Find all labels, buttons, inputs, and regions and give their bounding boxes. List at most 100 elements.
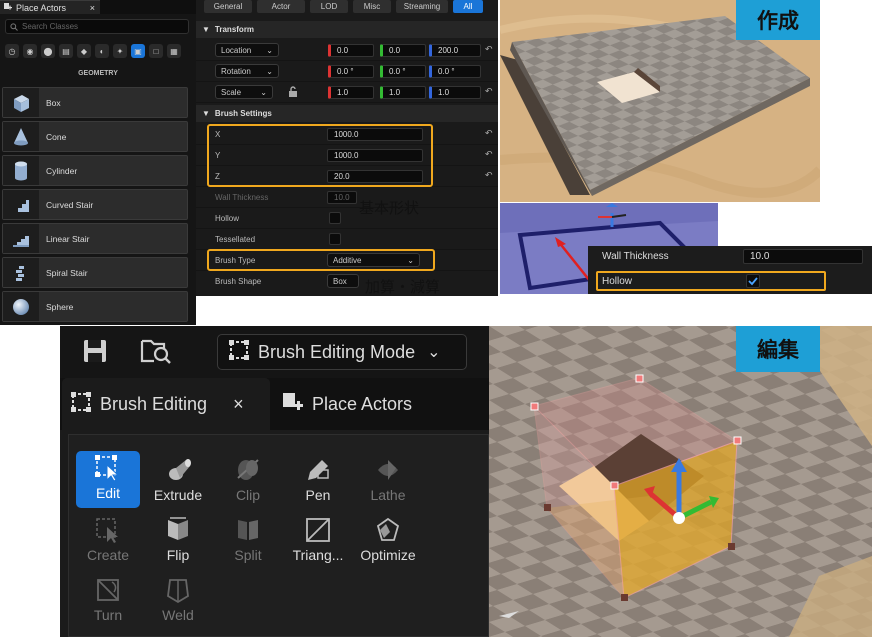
place-actors-tab[interactable]: Place Actors × bbox=[0, 0, 100, 14]
location-x-input[interactable]: 0.0 bbox=[328, 44, 374, 57]
location-y-input[interactable]: 0.0 bbox=[380, 44, 426, 57]
search-input[interactable]: Search Classes bbox=[5, 19, 189, 34]
sparkle-icon[interactable]: ✦ bbox=[113, 44, 127, 58]
filter-tab-all[interactable]: All bbox=[453, 0, 483, 13]
scale-z-input[interactable]: 1.0 bbox=[429, 86, 481, 99]
section-title: Brush Settings bbox=[214, 109, 272, 118]
tool-clip[interactable]: Clip bbox=[216, 453, 280, 503]
dropdown-label: Rotation bbox=[221, 66, 251, 76]
list-item-linear-stair[interactable]: Linear Stair bbox=[2, 223, 188, 254]
stack-icon[interactable]: ▦ bbox=[167, 44, 181, 58]
list-item-curved-stair[interactable]: Curved Stair bbox=[2, 189, 188, 220]
popup-wall-thickness-input[interactable]: 10.0 bbox=[743, 249, 863, 264]
wall-thickness-row: Wall Thickness 10.0 bbox=[196, 187, 498, 208]
viewport-create[interactable]: 作成 bbox=[500, 0, 820, 202]
box-outline-icon[interactable]: □ bbox=[149, 44, 163, 58]
create-badge: 作成 bbox=[736, 0, 820, 40]
tab-label: Brush Editing bbox=[100, 393, 208, 414]
collapse-arrow-icon: ▼ bbox=[202, 109, 210, 118]
transform-section[interactable]: ▼ Transform bbox=[196, 21, 498, 38]
place-actors-tabbar: Place Actors × bbox=[0, 0, 196, 14]
tool-label: Turn bbox=[93, 607, 123, 623]
tool-extrude[interactable]: Extrude bbox=[146, 453, 210, 503]
flip-icon bbox=[146, 513, 210, 547]
hollow-row: Hollow bbox=[196, 208, 498, 229]
reset-icon[interactable]: ↶ bbox=[485, 128, 493, 139]
rotation-x-input[interactable]: 0.0 ° bbox=[328, 65, 374, 78]
rotation-y-input[interactable]: 0.0 ° bbox=[380, 65, 426, 78]
wall-thickness-input[interactable]: 10.0 bbox=[327, 191, 357, 204]
filter-tab-lod[interactable]: LOD bbox=[310, 0, 348, 13]
browse-folder-icon[interactable] bbox=[140, 337, 172, 370]
pin-icon[interactable]: ⬤ bbox=[41, 44, 55, 58]
scale-y-input[interactable]: 1.0 bbox=[380, 86, 426, 99]
tab-place-actors[interactable]: Place Actors bbox=[282, 382, 412, 426]
scale-dropdown[interactable]: Scale ⌄ bbox=[215, 85, 273, 99]
shape-icon[interactable]: ◐ bbox=[95, 44, 109, 58]
tab-brush-editing[interactable]: Brush Editing × bbox=[70, 382, 244, 426]
list-item-box[interactable]: Box bbox=[2, 87, 188, 118]
close-icon[interactable]: × bbox=[233, 394, 244, 415]
reset-icon[interactable]: ↶ bbox=[485, 86, 493, 97]
item-label: Sphere bbox=[46, 301, 74, 312]
tool-lathe[interactable]: Lathe bbox=[356, 453, 420, 503]
filter-tab-misc[interactable]: Misc bbox=[353, 0, 391, 13]
close-icon[interactable]: × bbox=[90, 3, 95, 13]
tool-weld[interactable]: Weld bbox=[146, 573, 210, 623]
mode-selector[interactable]: Brush Editing Mode ⌄ bbox=[217, 334, 467, 370]
cube-filled-icon[interactable]: ◆ bbox=[77, 44, 91, 58]
category-bar: ◷ ◉ ⬤ ▤ ◆ ◐ ✦ ▣ □ ▦ bbox=[5, 44, 181, 58]
filter-tab-actor[interactable]: Actor bbox=[257, 0, 305, 13]
popup-hollow-checkbox[interactable] bbox=[746, 274, 760, 288]
clock-icon[interactable]: ◷ bbox=[5, 44, 19, 58]
list-item-sphere[interactable]: Sphere bbox=[2, 291, 188, 322]
save-icon[interactable] bbox=[82, 338, 108, 369]
brush-shape-dropdown[interactable]: Box bbox=[327, 274, 359, 288]
reset-icon[interactable]: ↶ bbox=[485, 44, 493, 55]
basic-shape-highlight bbox=[207, 124, 433, 187]
tool-label: Clip bbox=[235, 487, 261, 503]
reset-icon[interactable]: ↶ bbox=[485, 149, 493, 160]
clip-icon bbox=[216, 453, 280, 487]
list-item-spiral-stair[interactable]: Spiral Stair bbox=[2, 257, 188, 288]
filter-tab-streaming[interactable]: Streaming bbox=[396, 0, 448, 13]
list-item-cylinder[interactable]: Cylinder bbox=[2, 155, 188, 186]
tool-create[interactable]: Create bbox=[76, 513, 140, 563]
list-item-cone[interactable]: Cone bbox=[2, 121, 188, 152]
filter-tab-general[interactable]: General bbox=[204, 0, 252, 13]
tool-label: Edit bbox=[95, 485, 121, 501]
film-icon[interactable]: ▤ bbox=[59, 44, 73, 58]
chevron-down-icon: ⌄ bbox=[266, 66, 273, 76]
tool-split[interactable]: Split bbox=[216, 513, 280, 563]
tool-pen[interactable]: Pen bbox=[286, 453, 350, 503]
lock-icon[interactable] bbox=[288, 85, 298, 103]
tool-edit[interactable]: Edit bbox=[76, 451, 140, 508]
place-actors-panel: Place Actors × Search Classes ◷ ◉ ⬤ ▤ ◆ … bbox=[0, 0, 196, 325]
location-dropdown[interactable]: Location ⌄ bbox=[215, 43, 279, 57]
tool-flip[interactable]: Flip bbox=[146, 513, 210, 563]
split-icon bbox=[216, 513, 280, 547]
item-label: Box bbox=[46, 97, 61, 108]
tool-turn[interactable]: Turn bbox=[76, 573, 140, 623]
wall-thickness-label: Wall Thickness bbox=[215, 193, 269, 202]
rotation-dropdown[interactable]: Rotation ⌄ bbox=[215, 64, 279, 78]
tool-optimize[interactable]: Optimize bbox=[356, 513, 420, 563]
rotation-z-input[interactable]: 0.0 ° bbox=[429, 65, 481, 78]
section-title: Transform bbox=[214, 25, 255, 34]
location-z-input[interactable]: 200.0 bbox=[429, 44, 481, 57]
search-icon bbox=[10, 22, 18, 31]
light-bulb-icon[interactable]: ◉ bbox=[23, 44, 37, 58]
weld-icon bbox=[146, 573, 210, 607]
tessellated-checkbox[interactable] bbox=[329, 233, 341, 245]
scale-x-input[interactable]: 1.0 bbox=[328, 86, 374, 99]
edit-icon bbox=[76, 451, 140, 485]
brush-settings-section[interactable]: ▼ Brush Settings bbox=[196, 105, 498, 122]
tool-label: Lathe bbox=[370, 487, 406, 503]
tool-triangulate[interactable]: Triang... bbox=[286, 513, 350, 563]
hollow-checkbox[interactable] bbox=[329, 212, 341, 224]
geometry-icon[interactable]: ▣ bbox=[131, 44, 145, 58]
place-actors-icon bbox=[282, 391, 304, 418]
viewport-edit[interactable]: 編集 bbox=[489, 326, 872, 637]
checkmark-icon bbox=[748, 277, 758, 286]
reset-icon[interactable]: ↶ bbox=[485, 170, 493, 181]
